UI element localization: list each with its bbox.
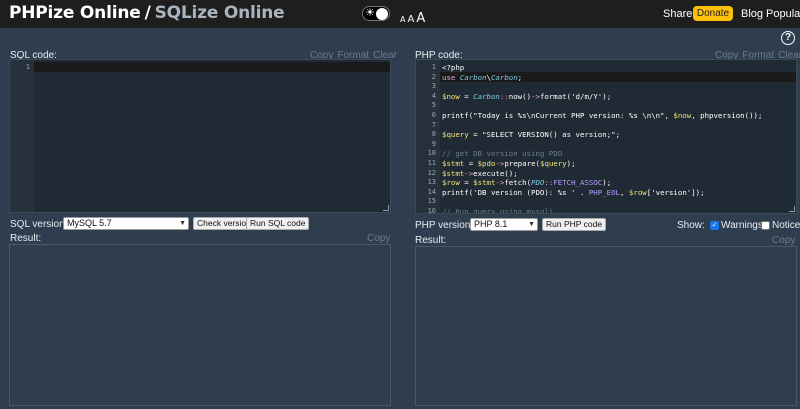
php-code-line: $row = $stmt->fetch(PDO::FETCH_ASSOC);	[442, 178, 612, 188]
php-editor[interactable]: 1 2 3 4 5 6 7 8 9 10 11 12 13 14 15 16 <?php use Carbon\…	[415, 59, 797, 214]
run-php-button[interactable]: Run PHP code	[542, 218, 607, 231]
php-code-line: use Carbon\Carbon;	[442, 72, 523, 82]
php-code-content: <?php use Carbon\Carbon; $now = Carbon::n…	[442, 63, 796, 214]
show-label: Show:	[677, 220, 705, 231]
php-code-line: // get DB version using PDO	[442, 149, 563, 159]
brand-title: PHPize Online / SQLize Online	[9, 3, 285, 23]
blog-link[interactable]: Blog	[741, 8, 763, 20]
font-size-controls: AAA	[400, 7, 427, 26]
sql-result-label: Result:	[10, 233, 42, 244]
sql-line-number: 1	[25, 63, 30, 71]
php-version-label: PHP version:	[415, 220, 474, 231]
php-code-line: <?php	[442, 63, 465, 72]
php-line-number: 6	[431, 110, 436, 119]
php-line-number: 16	[427, 206, 436, 214]
top-bar: PHPize Online / SQLize Online ☀ AAA Share …	[0, 0, 800, 28]
php-line-number: 2	[431, 72, 436, 81]
help-button[interactable]: ?	[781, 31, 795, 45]
warnings-label: Warnings	[721, 220, 763, 231]
sql-version-select[interactable]: MySQL 5.7 ▼	[63, 217, 189, 230]
php-code-line: $stmt->execute();	[442, 168, 518, 178]
php-code-line: $query = "SELECT VERSION() as version;";	[442, 130, 621, 140]
php-line-number: 11	[427, 158, 436, 167]
font-size-medium-button[interactable]: A	[407, 14, 414, 25]
warnings-checkbox[interactable]: ✓	[710, 221, 719, 230]
php-line-number: 3	[431, 82, 436, 91]
sun-icon: ☀	[365, 7, 375, 19]
share-link[interactable]: Share	[663, 8, 692, 20]
php-line-number: 5	[431, 101, 436, 110]
php-line-number: 8	[431, 130, 436, 139]
php-code-line: $stmt = $pdo->prepare($query);	[442, 158, 576, 168]
php-line-number: 15	[427, 197, 436, 206]
php-code-line	[442, 197, 796, 207]
sql-resize-handle[interactable]	[383, 205, 389, 211]
notice-checkbox[interactable]	[761, 221, 770, 230]
php-resize-handle[interactable]	[789, 206, 795, 212]
php-line-number: 4	[431, 91, 436, 100]
php-result-copy-button[interactable]: Copy	[772, 235, 795, 246]
php-code-line	[442, 101, 796, 111]
php-line-number: 10	[427, 149, 436, 158]
sql-active-line	[34, 62, 390, 72]
php-line-number: 14	[427, 187, 436, 196]
php-line-number: 12	[427, 168, 436, 177]
php-code-line	[442, 140, 796, 150]
php-version-value: PHP 8.1	[474, 219, 508, 229]
sql-result-copy-button[interactable]: Copy	[367, 233, 390, 244]
run-sql-button[interactable]: Run SQL code	[246, 217, 310, 230]
php-line-number: 9	[431, 139, 436, 148]
php-result-area	[415, 246, 797, 406]
sql-version-value: MySQL 5.7	[67, 218, 112, 228]
php-line-number: 1	[431, 63, 436, 71]
popular-link[interactable]: Popular	[766, 8, 800, 20]
sql-version-label: SQL version:	[10, 219, 68, 230]
chevron-down-icon: ▼	[179, 220, 186, 227]
font-size-large-button[interactable]: A	[416, 11, 425, 26]
php-code-line	[442, 82, 796, 92]
brand-sqlize-link[interactable]: SQLize Online	[155, 3, 285, 23]
php-result-label: Result:	[415, 235, 447, 246]
php-code-line: $now = Carbon::now()->format('d/m/Y');	[442, 91, 612, 101]
php-line-number: 7	[431, 120, 436, 129]
sql-result-area	[9, 244, 391, 406]
php-version-select[interactable]: PHP 8.1 ▼	[470, 218, 538, 231]
donate-button[interactable]: Donate	[693, 6, 733, 21]
font-size-small-button[interactable]: A	[400, 15, 405, 24]
php-line-number: 13	[427, 178, 436, 187]
php-code-line: // Run query using mysqli	[442, 206, 554, 214]
chevron-down-icon: ▼	[528, 221, 535, 228]
sql-gutter: 1	[10, 60, 34, 212]
php-line-numbers: 1 2 3 4 5 6 7 8 9 10 11 12 13 14 15 16	[416, 60, 440, 214]
toggle-knob	[376, 8, 388, 20]
brand-phpize-link[interactable]: PHPize Online	[9, 3, 141, 23]
php-code-line: printf('DB version (PDO): %s ' . PHP_EOL…	[442, 187, 705, 197]
php-code-line	[442, 121, 796, 131]
theme-toggle[interactable]: ☀	[362, 6, 390, 21]
notice-label: Notice	[772, 220, 800, 231]
sql-editor[interactable]: 1	[9, 59, 391, 213]
php-gutter: 1 2 3 4 5 6 7 8 9 10 11 12 13 14 15 16	[416, 60, 440, 213]
php-code-line: printf("Today is %s\nCurrent PHP version…	[442, 110, 763, 120]
brand-separator: /	[144, 3, 151, 23]
